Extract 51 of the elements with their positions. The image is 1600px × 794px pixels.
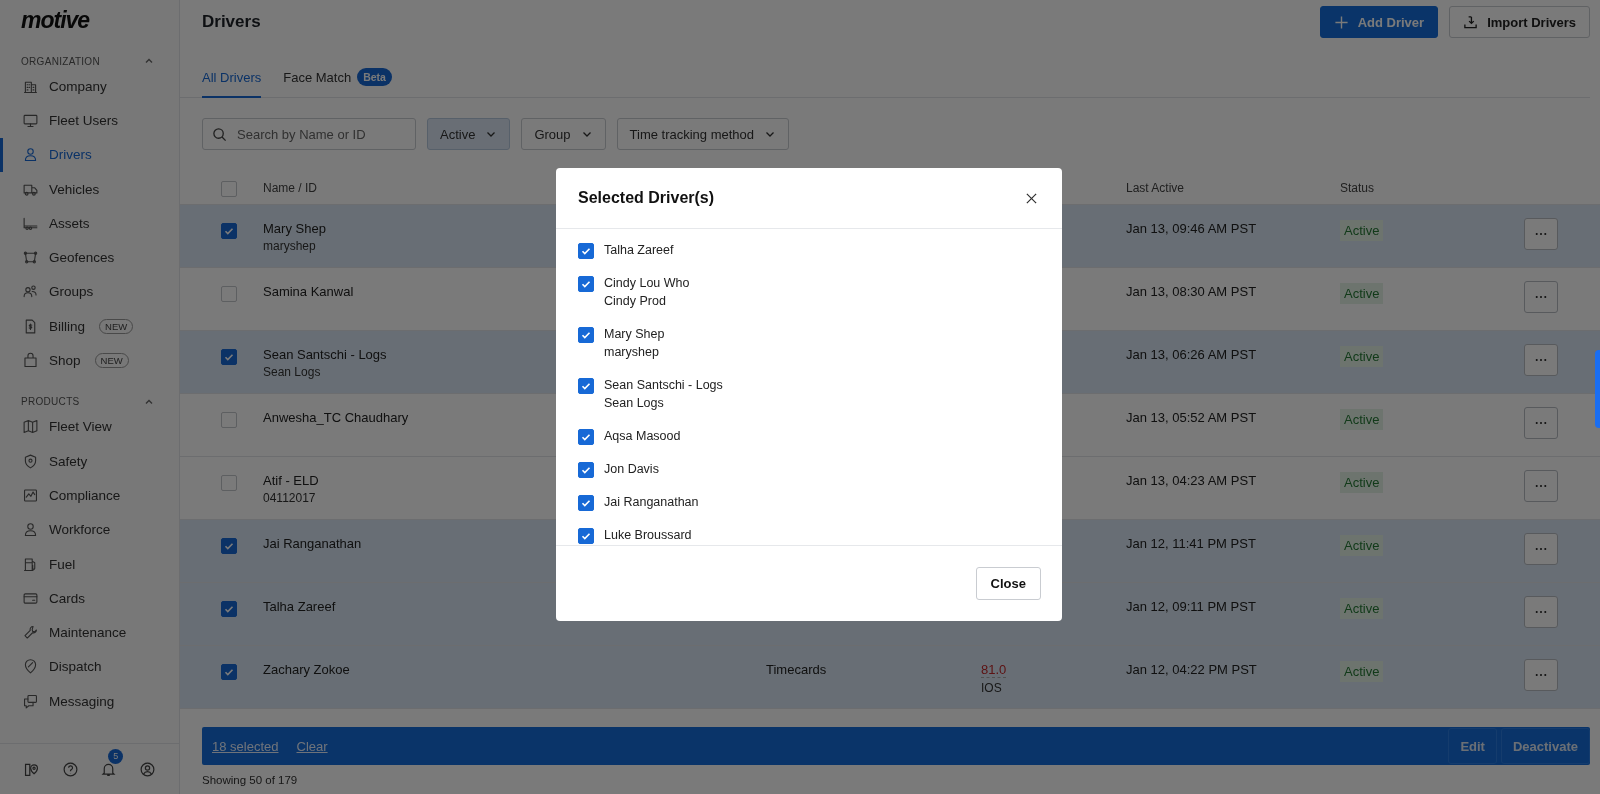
driver-name: Sean Santschi - Logs [263,347,387,362]
driver-name: Atif - ELD [263,473,319,488]
table-cell: Timecards [766,662,827,677]
driver-id: Cindy Prod [604,293,666,310]
page-title: Drivers [202,12,261,32]
column-header: Last Active [1126,181,1186,195]
driver-name: Aqsa Masood [604,428,681,445]
driver-name: Jai Ranganathan [263,536,362,551]
section-title: ORGANIZATION [21,55,100,67]
status-tag: Active [1340,283,1384,304]
driver-name: Talha Zareef [263,599,336,614]
driver-name: Mary Shep [263,221,326,236]
driver-name: Jon Davis [604,461,659,478]
table-cell-text: Jan 12, 09:11 PM PST [1126,599,1257,614]
status-tag: Active [1340,220,1384,241]
table-cell-text: Jan 13, 04:23 AM PST [1126,473,1258,488]
table-cell-text: Jan 12, 04:22 PM PST [1126,662,1258,677]
driver-id: 04112017 [263,491,316,505]
section-title: PRODUCTS [21,396,80,408]
device-type: IOS [981,681,1002,695]
driver-name: Luke Broussard [604,527,692,544]
table-cell-text: Jan 12, 11:41 PM PST [1126,536,1257,551]
table-cell-text: Jan 13, 08:30 AM PST [1126,284,1258,299]
table-cell-text: Jan 13, 09:46 AM PST [1126,221,1258,236]
driver-id: Sean Logs [263,365,321,379]
logo: motive [20,6,91,35]
driver-name: Sean Santschi - Logs [604,377,723,394]
status-tag: Active [1340,472,1384,493]
column-header: Status [1340,181,1376,195]
status-tag: Active [1340,661,1384,682]
driver-name: Anwesha_TC Chaudhary [263,410,409,425]
column-header: Name / ID [263,181,318,195]
driver-name: Zachary Zokoe [263,662,350,677]
modal-title: Selected Driver(s) [578,189,715,207]
beta-badge: Beta [357,68,392,86]
driver-name: Samina Kanwal [263,284,354,299]
table-cell-text: Jan 13, 06:26 AM PST [1126,347,1258,362]
driver-id: Sean Logs [604,395,664,412]
status-tag: Active [1340,598,1384,619]
status-tag: Active [1340,535,1384,556]
status-tag: Active [1340,346,1384,367]
driver-name: Talha Zareef [604,242,674,259]
driver-id: maryshep [263,239,316,253]
driver-name: Cindy Lou Who [604,275,690,292]
driver-id: maryshep [604,344,659,361]
notification-badge: 5 [108,748,124,764]
status-tag: Active [1340,409,1384,430]
driver-name: Jai Ranganathan [604,494,699,511]
pagination-text: Showing 50 of 179 [201,772,299,788]
table-cell-text: Jan 13, 05:52 AM PST [1126,410,1258,425]
driver-name: Mary Shep [604,326,665,343]
